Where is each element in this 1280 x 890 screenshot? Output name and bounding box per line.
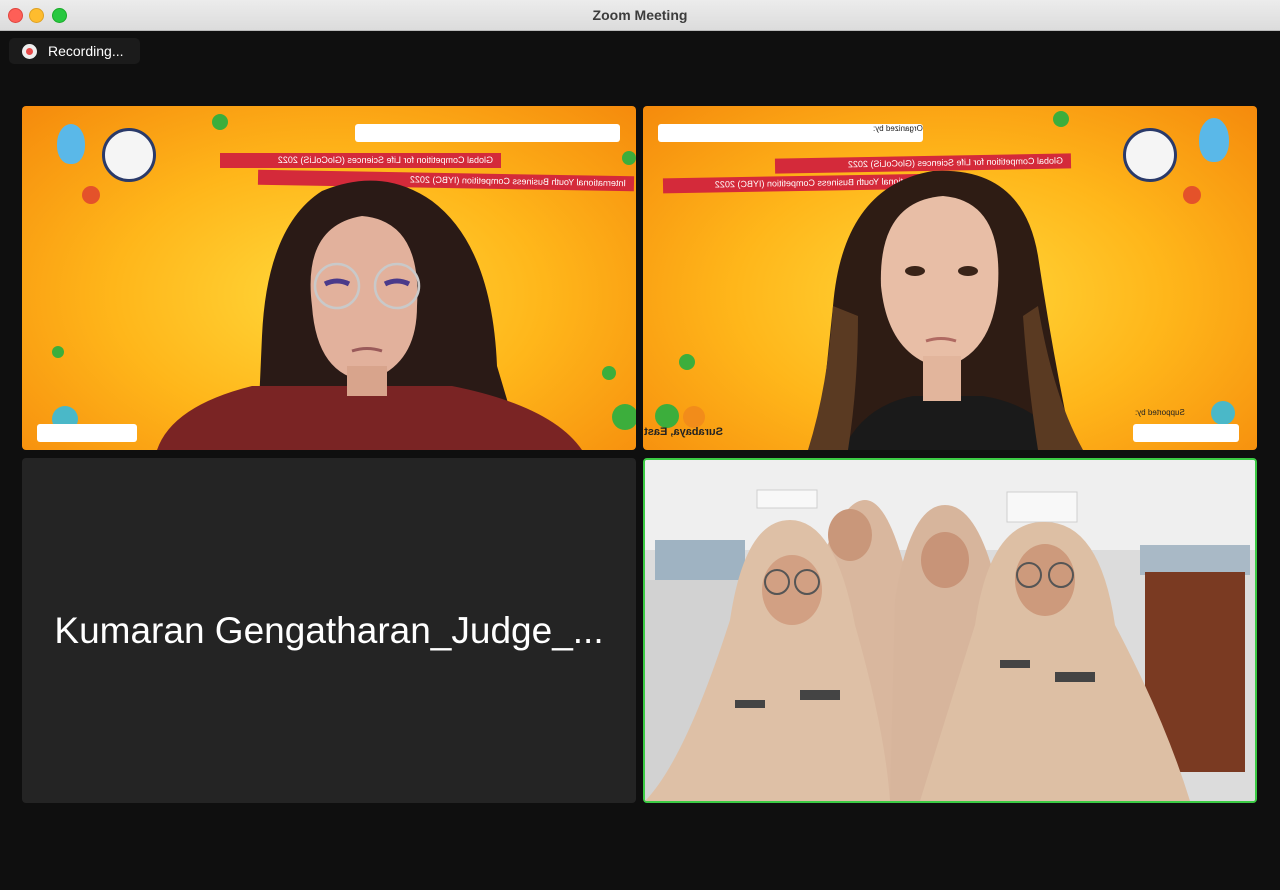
- participant-name-tile[interactable]: Kumaran Gengatharan_Judge_...: [22, 458, 636, 803]
- recording-label: Recording...: [48, 43, 124, 59]
- recording-indicator[interactable]: Recording...: [9, 38, 140, 64]
- active-speaker-video-tile[interactable]: [643, 458, 1257, 803]
- backdrop-location-text: Surabaya, East Java: [643, 426, 723, 438]
- title-bar: Zoom Meeting: [0, 0, 1280, 31]
- participant-video: [645, 460, 1255, 801]
- video-tile-2[interactable]: Global Competition for Life Sciences (Gl…: [643, 106, 1257, 450]
- window-title: Zoom Meeting: [592, 7, 688, 23]
- participant-video: [157, 180, 582, 450]
- participant-name: Kumaran Gengatharan_Judge_...: [54, 610, 604, 651]
- video-tile-1[interactable]: Global Competition for Life Sciences (Gl…: [22, 106, 636, 450]
- recording-dot-icon: [22, 43, 37, 59]
- backdrop-supported-text: Supported by:: [1135, 408, 1185, 417]
- backdrop-organized-text: Organized by:: [873, 124, 923, 133]
- participant-video: [808, 170, 1083, 450]
